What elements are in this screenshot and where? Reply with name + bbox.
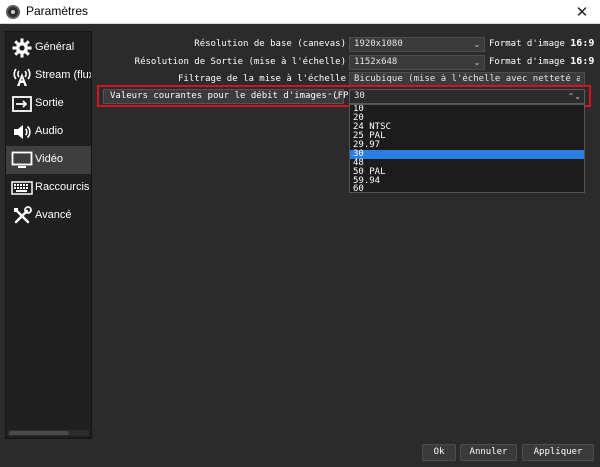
sidebar-item-label: Général <box>35 41 75 53</box>
sidebar-item-stream[interactable]: Stream (flux) <box>6 62 92 90</box>
chevron-down-icon: ⌄ <box>473 40 481 49</box>
output-icon <box>11 93 33 115</box>
base-aspect-ratio: Format d'image 16:9 <box>489 38 594 49</box>
sidebar-item-output[interactable]: Sortie <box>6 90 91 118</box>
sidebar-item-audio[interactable]: Audio <box>6 118 91 146</box>
output-resolution-value: 1152x648 <box>354 57 398 67</box>
ok-button[interactable]: Ok <box>422 444 456 461</box>
title-bar: Paramètres ✕ <box>0 0 600 24</box>
fps-option[interactable]: 60 <box>350 185 584 193</box>
spin-arrows-icon: ⌃⌄ <box>326 92 340 101</box>
close-button[interactable]: ✕ <box>572 2 592 22</box>
output-resolution-combo[interactable]: 1152x648 ⌄ <box>349 55 485 70</box>
fps-option[interactable]: 10 <box>350 105 584 114</box>
sidebar-item-label: Raccourcis cl <box>35 181 91 193</box>
spin-arrows-icon: ⌃⌄ <box>567 92 581 101</box>
sidebar-item-label: Vidéo <box>35 153 63 165</box>
downscale-filter-value: Bicubique (mise à l'échelle avec netteté… <box>354 74 580 84</box>
aspect-value: 16:9 <box>570 56 595 67</box>
fps-option-selected[interactable]: 30 <box>350 150 584 159</box>
fps-value: 30 <box>354 91 365 101</box>
speaker-icon <box>11 121 33 143</box>
fps-option[interactable]: 29.97 <box>350 141 584 150</box>
obs-logo-icon <box>6 5 20 19</box>
sidebar-item-label: Stream (flux) <box>35 69 92 81</box>
sidebar-scrollbar-thumb[interactable] <box>9 431 69 435</box>
sidebar-item-label: Sortie <box>35 97 64 109</box>
fps-type-label: Valeurs courantes pour le débit d'images… <box>110 91 360 101</box>
base-resolution-label: Résolution de base (canevas) <box>194 39 346 49</box>
sidebar-item-label: Audio <box>35 125 64 137</box>
sidebar-item-advanced[interactable]: Avancé <box>6 202 91 230</box>
chevron-down-icon: ⌄ <box>473 58 481 67</box>
keyboard-icon <box>11 177 33 199</box>
window-title: Paramètres <box>26 4 89 18</box>
base-resolution-combo[interactable]: 1920x1080 ⌄ <box>349 37 485 52</box>
fps-dropdown-list: 10 20 24 NTSC 25 PAL 29.97 30 48 50 PAL … <box>349 104 585 193</box>
sidebar-item-video[interactable]: Vidéo <box>6 146 91 174</box>
settings-sidebar: Général Stream (flux) Sortie Audio Vidéo… <box>5 31 92 439</box>
downscale-filter-label: Filtrage de la mise à l'échelle <box>178 74 346 84</box>
fps-option[interactable]: 25 PAL <box>350 132 584 141</box>
base-resolution-value: 1920x1080 <box>354 39 403 49</box>
apply-button[interactable]: Appliquer <box>522 444 594 461</box>
output-aspect-ratio: Format d'image 16:9 <box>489 56 594 67</box>
aspect-label: Format d'image <box>489 57 565 67</box>
tools-icon <box>11 205 33 227</box>
monitor-icon <box>11 149 33 171</box>
fps-type-selector[interactable]: Valeurs courantes pour le débit d'images… <box>103 89 359 104</box>
aspect-value: 16:9 <box>570 38 595 49</box>
sidebar-item-general[interactable]: Général <box>6 34 91 62</box>
fps-option[interactable]: 50 PAL <box>350 168 584 177</box>
output-resolution-label: Résolution de Sortie (mise à l'échelle) <box>134 57 346 67</box>
antenna-icon <box>11 65 33 87</box>
cancel-button[interactable]: Annuler <box>460 444 517 461</box>
gear-icon <box>11 37 33 59</box>
aspect-label: Format d'image <box>489 39 565 49</box>
sidebar-item-hotkeys[interactable]: Raccourcis cl <box>6 174 91 202</box>
sidebar-item-label: Avancé <box>35 209 72 221</box>
fps-combo[interactable]: 30 ⌃⌄ <box>349 89 585 104</box>
